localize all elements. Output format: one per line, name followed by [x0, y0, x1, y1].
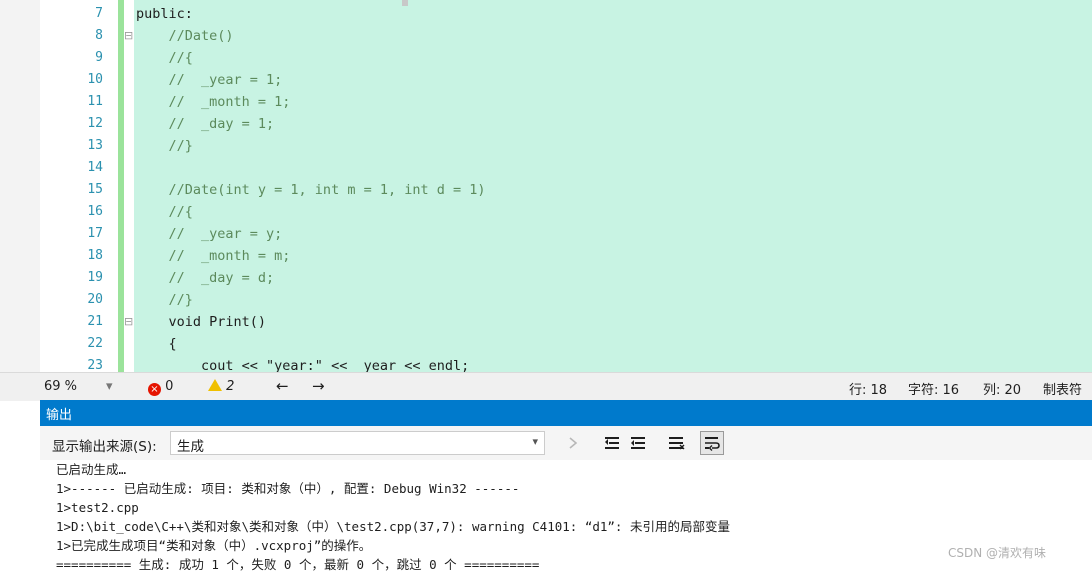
error-icon: ×	[148, 383, 161, 396]
code-line[interactable]: //{	[136, 47, 193, 69]
output-line: ========== 生成: 成功 1 个，失败 0 个，最新 0 个，跳过 0…	[56, 557, 540, 572]
char-indicator: 字符: 16	[908, 383, 960, 398]
line-number: 11	[87, 94, 103, 109]
clear-all-icon	[669, 437, 685, 450]
output-toolbar: 显示输出来源(S): 生成 ▾	[40, 426, 1092, 460]
warning-indicator[interactable]: 2	[208, 379, 234, 394]
output-line: 1>已完成生成项目“类和对象（中）.vcxproj”的操作。	[56, 538, 372, 553]
line-number: 23	[87, 358, 103, 372]
code-line[interactable]: // _year = 1;	[136, 69, 283, 91]
line-indicator: 行: 18	[849, 383, 888, 398]
lines-up-icon	[605, 437, 619, 449]
lines-down-icon	[631, 437, 645, 449]
editor-left-pane	[0, 0, 41, 372]
output-source-value: 生成	[177, 439, 204, 455]
code-line[interactable]: cout << "year:" << _year << endl;	[136, 355, 469, 372]
line-number: 13	[87, 138, 103, 153]
line-number: 9	[95, 50, 103, 65]
line-number: 21	[87, 314, 103, 329]
code-line[interactable]: //}	[136, 289, 193, 311]
line-number: 10	[87, 72, 103, 87]
scroll-marker	[402, 0, 408, 6]
arrow-right-icon	[569, 437, 578, 449]
zoom-level[interactable]: 69 %	[44, 379, 77, 394]
warning-count: 2	[226, 379, 235, 394]
line-number: 8	[95, 28, 103, 43]
output-source-label: 显示输出来源(S):	[52, 439, 157, 455]
next-message-button[interactable]	[626, 431, 650, 455]
code-line[interactable]: // _month = m;	[136, 245, 291, 267]
code-line[interactable]: // _month = 1;	[136, 91, 291, 113]
line-number: 14	[87, 160, 103, 175]
output-source-select[interactable]: 生成 ▾	[170, 431, 545, 455]
tabs-indicator[interactable]: 制表符	[1043, 379, 1082, 398]
chevron-down-icon: ▾	[532, 435, 538, 448]
output-line: 已启动生成…	[56, 462, 127, 477]
code-line[interactable]: {	[136, 333, 177, 355]
code-line[interactable]: // _day = 1;	[136, 113, 275, 135]
line-number: 12	[87, 116, 103, 131]
output-panel-title: 输出	[46, 408, 73, 423]
output-text-area[interactable]: 已启动生成… 1>------ 已启动生成: 项目: 类和对象（中）, 配置: D…	[40, 460, 1092, 572]
code-editor[interactable]: 7 public: 8 ⊟ //Date() 9 //{ 10 // _year = 1;…	[0, 0, 1092, 372]
code-line[interactable]: // _day = d;	[136, 267, 275, 289]
line-number: 17	[87, 226, 103, 241]
watermark: CSDN @清欢有味	[948, 546, 1047, 560]
error-count: 0	[165, 379, 174, 394]
code-line[interactable]: //}	[136, 135, 193, 157]
line-number: 16	[87, 204, 103, 219]
line-number: 19	[87, 270, 103, 285]
line-number: 15	[87, 182, 103, 197]
warning-icon	[208, 379, 222, 391]
zoom-dropdown-icon[interactable]: ▾	[106, 379, 113, 394]
line-number: 18	[87, 248, 103, 263]
forward-arrow-icon[interactable]: →	[312, 377, 325, 395]
code-line[interactable]: //{	[136, 201, 193, 223]
fold-toggle-icon[interactable]: ⊟	[124, 311, 134, 333]
line-number: 7	[95, 6, 103, 21]
code-line[interactable]: public:	[136, 3, 193, 25]
line-number: 22	[87, 336, 103, 351]
fold-toggle-icon[interactable]: ⊟	[124, 25, 134, 47]
prev-message-button[interactable]	[600, 431, 624, 455]
editor-status-bar: 69 % ▾ × 0 2 ← → 行: 18 字符: 16 列: 20 制表符	[0, 372, 1092, 401]
clear-all-button[interactable]	[664, 431, 688, 455]
find-message-button[interactable]	[562, 431, 586, 455]
line-number: 20	[87, 292, 103, 307]
error-indicator[interactable]: × 0	[148, 379, 173, 396]
code-line[interactable]: //Date()	[136, 25, 234, 47]
code-line[interactable]: // _year = y;	[136, 223, 283, 245]
code-line[interactable]: void Print()	[136, 311, 267, 333]
col-indicator: 列: 20	[983, 383, 1022, 398]
output-line: 1>------ 已启动生成: 项目: 类和对象（中）, 配置: Debug W…	[56, 481, 520, 496]
word-wrap-toggle[interactable]	[700, 431, 724, 455]
back-arrow-icon[interactable]: ←	[276, 377, 289, 395]
word-wrap-icon	[705, 437, 720, 451]
output-panel-title-bar[interactable]: 输出	[40, 400, 1092, 426]
output-line: 1>test2.cpp	[56, 500, 139, 515]
code-line[interactable]: //Date(int y = 1, int m = 1, int d = 1)	[136, 179, 486, 201]
output-line: 1>D:\bit_code\C++\类和对象\类和对象（中）\test2.cpp…	[56, 519, 730, 534]
